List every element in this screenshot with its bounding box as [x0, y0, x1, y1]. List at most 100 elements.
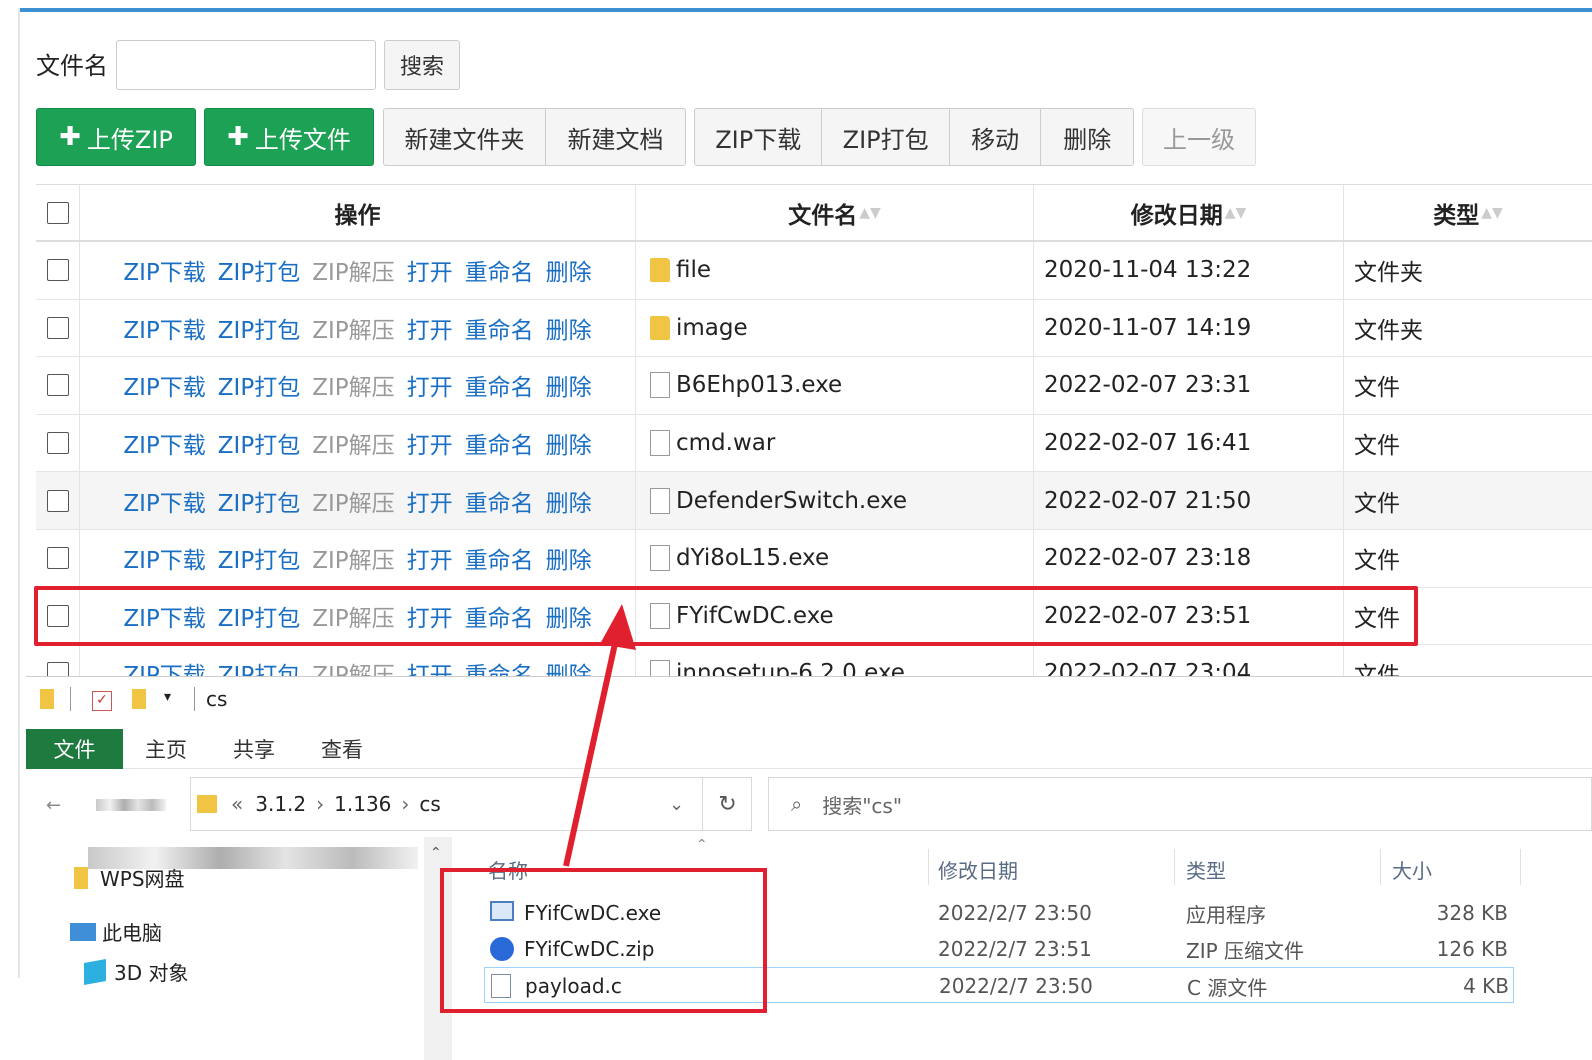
row-checkbox[interactable]	[46, 259, 69, 282]
rename-link[interactable]: 重命名	[465, 311, 534, 345]
tab-view[interactable]: 查看	[306, 729, 378, 769]
delete-link[interactable]: 删除	[546, 484, 592, 518]
chevron-up-icon[interactable]: ⌃	[430, 845, 442, 861]
row-filename[interactable]: DefenderSwitch.exe	[676, 488, 907, 514]
open-link[interactable]: 打开	[407, 484, 453, 518]
chevron-right-icon[interactable]: ›	[401, 792, 409, 816]
new-folder-icon[interactable]	[132, 689, 146, 709]
header-filename[interactable]: 文件名 ▲▼	[636, 185, 1034, 240]
select-all-cell	[36, 185, 80, 240]
open-link[interactable]: 打开	[407, 311, 453, 345]
explorer-search-box[interactable]: ⌕ 搜索"cs"	[768, 777, 1592, 831]
nav-item-wps[interactable]: WPS网盘	[74, 863, 185, 892]
upload-zip-button[interactable]: ✚ 上传ZIP	[36, 108, 196, 166]
column-size[interactable]: 大小	[1392, 849, 1432, 889]
zip-pack-link[interactable]: ZIP打包	[218, 311, 300, 345]
zip-download-link[interactable]: ZIP下载	[123, 368, 205, 402]
sort-icon: ▲▼	[1224, 204, 1247, 221]
row-filename[interactable]: cmd.war	[676, 430, 775, 456]
header-type[interactable]: 类型 ▲▼	[1344, 185, 1592, 240]
column-type-label: 类型	[1186, 858, 1226, 883]
open-link[interactable]: 打开	[407, 253, 453, 287]
open-link[interactable]: 打开	[407, 368, 453, 402]
zip-download-link[interactable]: ZIP下载	[123, 253, 205, 287]
rename-link[interactable]: 重命名	[465, 368, 534, 402]
zip-download-link[interactable]: ZIP下载	[123, 484, 205, 518]
new-folder-button[interactable]: 新建文件夹	[384, 109, 546, 165]
zip-download-link[interactable]: ZIP下载	[123, 541, 205, 575]
rename-link[interactable]: 重命名	[465, 253, 534, 287]
nav-item-this-pc[interactable]: 此电脑	[70, 917, 162, 946]
row-filename[interactable]: dYi8oL15.exe	[676, 545, 829, 571]
properties-icon[interactable]: ✓	[92, 691, 112, 711]
delete-link[interactable]: 删除	[546, 426, 592, 460]
zip-extract-link[interactable]: ZIP解压	[312, 541, 394, 575]
delete-link[interactable]: 删除	[546, 253, 592, 287]
tab-share[interactable]: 共享	[218, 729, 290, 769]
highlight-box-table-row	[34, 586, 1418, 646]
nav-item-3d-objects[interactable]: 3D 对象	[84, 957, 188, 986]
breadcrumb-overflow[interactable]: «	[231, 792, 243, 816]
column-type[interactable]: 类型	[1186, 849, 1226, 889]
row-filename[interactable]: file	[676, 257, 711, 283]
header-date[interactable]: 修改日期 ▲▼	[1034, 185, 1344, 240]
zip-pack-link[interactable]: ZIP打包	[218, 541, 300, 575]
zip-extract-link[interactable]: ZIP解压	[312, 253, 394, 287]
back-arrow-icon[interactable]: ←	[46, 795, 61, 816]
tab-home[interactable]: 主页	[130, 729, 202, 769]
tab-file[interactable]: 文件	[26, 729, 123, 769]
customize-dropdown-icon[interactable]: ▾	[164, 689, 171, 705]
zip-download-link[interactable]: ZIP下载	[123, 311, 205, 345]
column-divider[interactable]	[928, 849, 929, 885]
delete-link[interactable]: 删除	[546, 541, 592, 575]
delete-link[interactable]: 删除	[546, 311, 592, 345]
rename-link[interactable]: 重命名	[465, 484, 534, 518]
row-checkbox[interactable]	[46, 432, 69, 455]
up-level-button[interactable]: 上一级	[1142, 108, 1256, 166]
zip-extract-link[interactable]: ZIP解压	[312, 368, 394, 402]
row-filename[interactable]: B6Ehp013.exe	[676, 372, 842, 398]
select-all-checkbox[interactable]	[46, 201, 69, 224]
filename-search-input[interactable]	[116, 40, 376, 90]
rename-link[interactable]: 重命名	[465, 541, 534, 575]
column-date[interactable]: 修改日期	[938, 849, 1018, 889]
row-select-cell	[36, 414, 80, 472]
chevron-right-icon[interactable]: ›	[316, 792, 324, 816]
column-divider[interactable]	[1380, 849, 1381, 885]
open-link[interactable]: 打开	[407, 426, 453, 460]
zip-extract-link[interactable]: ZIP解压	[312, 311, 394, 345]
open-link[interactable]: 打开	[407, 541, 453, 575]
row-actions: ZIP下载 ZIP打包 ZIP解压打开重命名删除	[80, 472, 636, 529]
zip-download-link[interactable]: ZIP下载	[123, 426, 205, 460]
nav-item-label: 此电脑	[102, 921, 162, 945]
zip-extract-link[interactable]: ZIP解压	[312, 426, 394, 460]
zip-download-button[interactable]: ZIP下载	[695, 109, 823, 165]
zip-pack-button[interactable]: ZIP打包	[822, 109, 950, 165]
zip-pack-link[interactable]: ZIP打包	[218, 426, 300, 460]
column-divider[interactable]	[1174, 849, 1175, 885]
delete-link[interactable]: 删除	[546, 368, 592, 402]
zip-extract-link[interactable]: ZIP解压	[312, 484, 394, 518]
row-checkbox[interactable]	[46, 374, 69, 397]
zip-pack-link[interactable]: ZIP打包	[218, 253, 300, 287]
move-button[interactable]: 移动	[950, 109, 1042, 165]
search-button[interactable]: 搜索	[384, 40, 460, 90]
column-divider[interactable]	[1520, 849, 1521, 885]
row-checkbox[interactable]	[46, 547, 69, 570]
row-select-cell	[36, 357, 80, 414]
row-filename[interactable]: image	[676, 315, 748, 341]
new-doc-button[interactable]: 新建文档	[546, 109, 685, 165]
breadcrumb-item[interactable]: 1.136	[334, 792, 391, 816]
rename-link[interactable]: 重命名	[465, 426, 534, 460]
refresh-icon[interactable]: ↻	[702, 777, 752, 831]
delete-button[interactable]: 删除	[1041, 109, 1133, 165]
breadcrumb-item[interactable]: cs	[419, 792, 440, 816]
address-bar[interactable]: « 3.1.2 › 1.136 › cs ⌄	[190, 777, 752, 831]
chevron-down-icon[interactable]: ⌄	[669, 794, 684, 815]
row-checkbox[interactable]	[46, 489, 69, 512]
zip-pack-link[interactable]: ZIP打包	[218, 484, 300, 518]
upload-file-button[interactable]: ✚ 上传文件	[204, 108, 374, 166]
row-checkbox[interactable]	[46, 316, 69, 339]
zip-pack-link[interactable]: ZIP打包	[218, 368, 300, 402]
breadcrumb-item[interactable]: 3.1.2	[255, 792, 306, 816]
